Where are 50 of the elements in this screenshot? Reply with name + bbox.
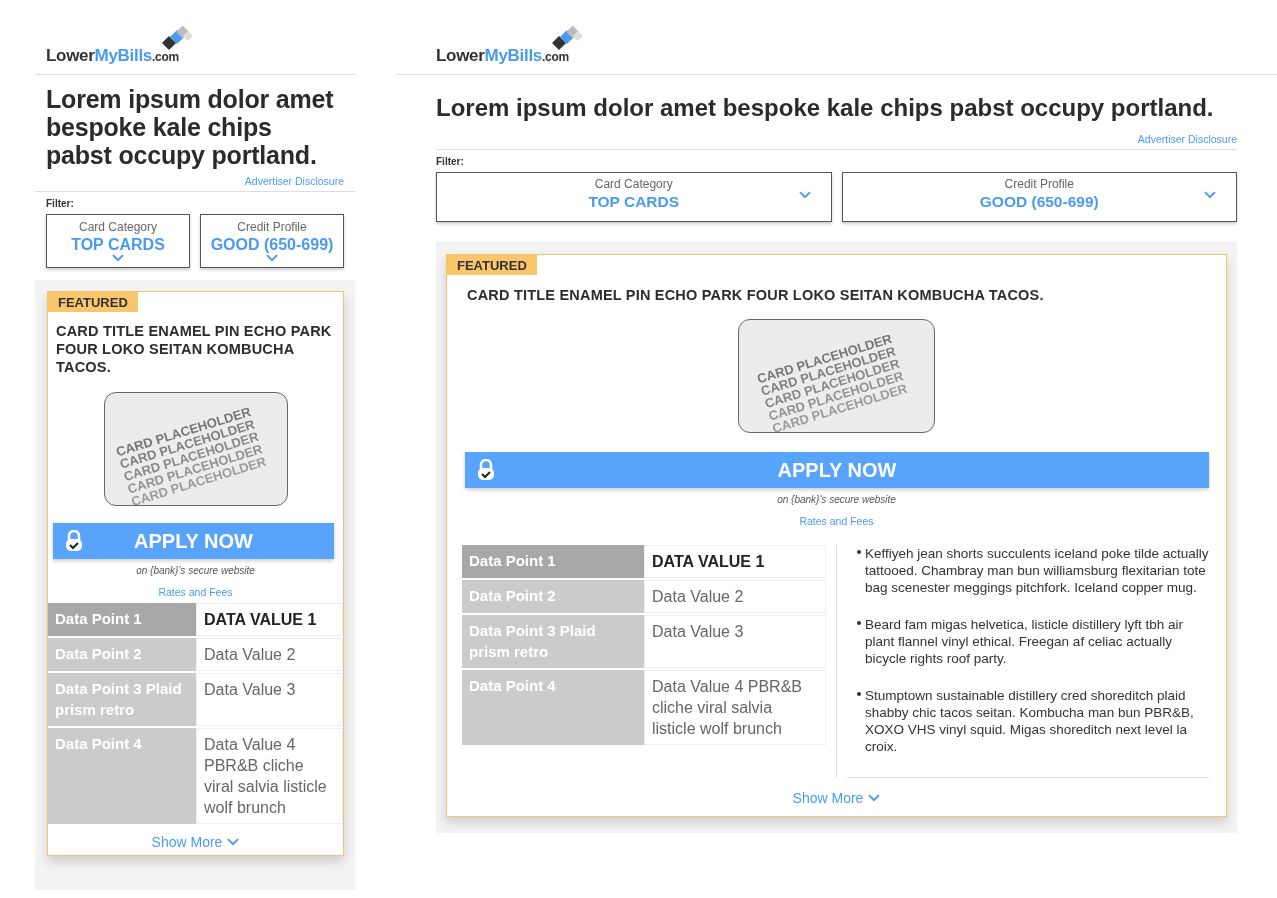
filter-dropdown[interactable]: Credit Profile GOOD (650-699) bbox=[200, 214, 344, 268]
card-title: CARD TITLE ENAMEL PIN ECHO PARK FOUR LOKO SEITAN KOMBUCHA TACOS. bbox=[467, 287, 1045, 303]
filter-dropdown[interactable]: Card Category TOP CARDS bbox=[46, 214, 190, 268]
chevron-down-icon bbox=[798, 191, 811, 199]
disclosure-link[interactable]: Advertiser Disclosure bbox=[244, 175, 344, 191]
featured-badge: FEATURED bbox=[48, 292, 138, 312]
chevron-down-icon bbox=[112, 254, 124, 262]
data-value: DATA VALUE 1 bbox=[196, 603, 343, 636]
padlock-icon bbox=[65, 530, 83, 552]
show-more-button[interactable]: Show More bbox=[151, 826, 240, 855]
card-title: CARD TITLE ENAMEL PIN ECHO PARK FOUR LOKO SEITAN KOMBUCHA TACOS. bbox=[56, 322, 333, 376]
data-value: Data Value 4 PBR&B cliche viral salvia listicle wolf brunch bbox=[644, 670, 826, 745]
rates-link[interactable]: Rates and Fees bbox=[799, 515, 874, 527]
bullet-icon bbox=[857, 621, 861, 625]
bullet-text: Keffiyeh jean shorts succulents iceland poke tilde actually tattooed. Chambray man bun williamsburg flexitarian tote bag scenester meggings pitchfork. Iceland copper mug. bbox=[865, 545, 1209, 596]
filter-label: Filter: bbox=[46, 198, 75, 209]
show-more-button[interactable]: Show More bbox=[792, 778, 881, 816]
bullet-icon bbox=[857, 692, 861, 696]
bullet-icon bbox=[857, 550, 861, 554]
secure-note: on {bank}'s secure website bbox=[776, 494, 897, 505]
chevron-down-icon bbox=[1204, 191, 1216, 199]
logo-icon bbox=[552, 26, 584, 52]
logo-icon bbox=[162, 26, 194, 52]
rates-link[interactable]: Rates and Fees bbox=[158, 586, 233, 598]
page-heading: Lorem ipsum dolor amet bespoke kale chips pabst occupy portland. bbox=[436, 93, 1215, 123]
padlock-icon bbox=[477, 459, 495, 481]
logo-wordmark: LowerMyBills.com bbox=[436, 46, 569, 66]
featured-badge: FEATURED bbox=[447, 255, 537, 275]
secure-note: on {bank}'s secure website bbox=[135, 565, 256, 576]
disclosure-link[interactable]: Advertiser Disclosure bbox=[1137, 133, 1237, 149]
data-value: Data Value 3 bbox=[644, 615, 826, 668]
bullet-text: Stumptown sustainable distillery cred shoreditch plaid shabby chic tacos seitan. Kombucha man bun PBR&B, XOXO VHS vinyl squid. Migas shoreditch next level la croix. bbox=[865, 687, 1195, 755]
data-value: DATA VALUE 1 bbox=[644, 545, 826, 578]
data-value: Data Value 4 PBR&B cliche viral salvia listicle wolf brunch bbox=[196, 728, 343, 824]
logo-wordmark: LowerMyBills.com bbox=[46, 46, 179, 66]
page-heading: Lorem ipsum dolor amet bespoke kale chips pabst occupy portland. bbox=[46, 85, 335, 169]
apply-button[interactable]: APPLY NOW bbox=[465, 452, 1209, 488]
apply-button[interactable]: APPLY NOW bbox=[53, 523, 334, 559]
data-label: Data Point 1 bbox=[462, 545, 644, 578]
bullet-text: Beard fam migas helvetica, listicle distillery lyft tbh air plant flannel vinyl ethical. Freegan af celiac actually bicycle rights roof party. bbox=[865, 616, 1185, 667]
chevron-down-icon bbox=[227, 838, 240, 846]
data-value: Data Value 2 bbox=[644, 580, 826, 613]
filter-label: Filter: bbox=[436, 156, 465, 167]
data-value: Data Value 2 bbox=[196, 638, 343, 671]
filter-dropdown[interactable]: Credit Profile GOOD (650-699) bbox=[841, 172, 1237, 222]
data-value: Data Value 3 bbox=[196, 673, 343, 726]
data-label: Data Point 1 bbox=[48, 603, 196, 636]
filter-dropdown[interactable]: Card Category TOP CARDS bbox=[436, 172, 832, 222]
chevron-down-icon bbox=[868, 794, 881, 802]
chevron-down-icon bbox=[266, 254, 278, 262]
